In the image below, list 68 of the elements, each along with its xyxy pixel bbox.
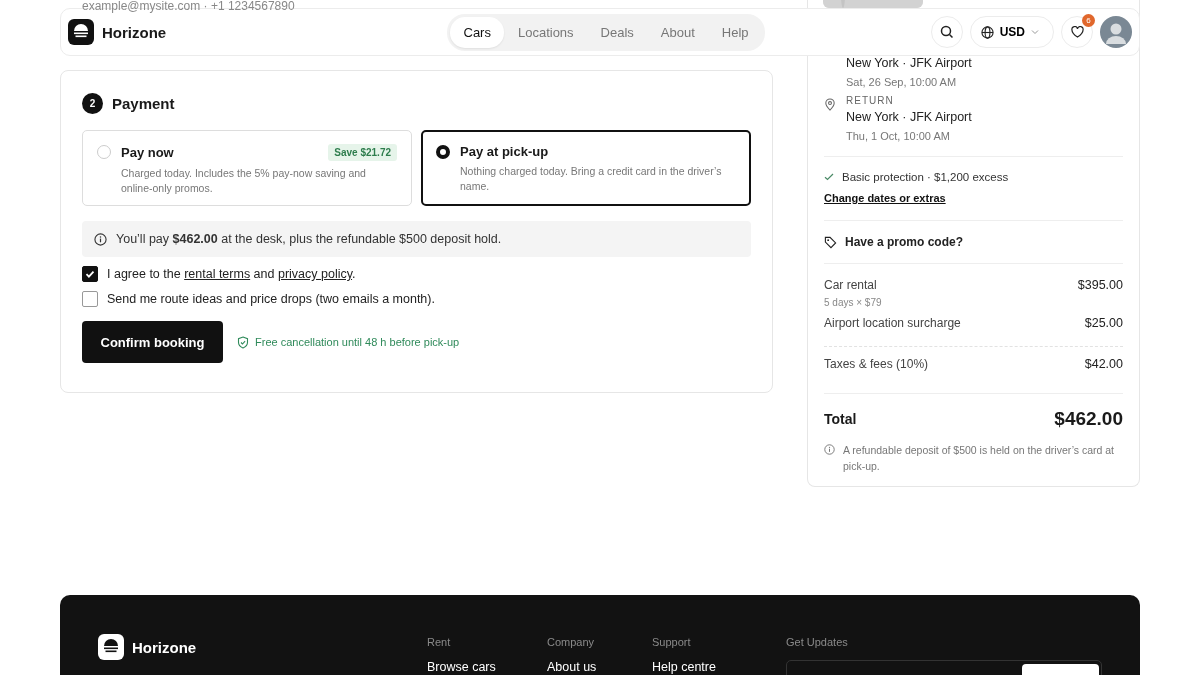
return-label: RETURN xyxy=(846,95,895,106)
footer-heading: Get Updates xyxy=(786,636,849,648)
nav-tab[interactable]: Deals xyxy=(587,16,648,48)
return-location: New York · JFK Airport xyxy=(846,110,972,124)
wishlist-count-badge: 6 xyxy=(1082,14,1095,27)
consent-text: I agree to the rental terms and privacy policy. xyxy=(107,267,356,281)
protection-text: Basic protection · $1,200 excess xyxy=(842,171,1009,183)
pickup-location: New York · JFK Airport xyxy=(846,56,973,70)
footer-brand-name: Horizone xyxy=(132,638,197,656)
footer-link[interactable]: Help centre xyxy=(652,660,716,674)
deposit-note: A refundable deposit of $500 is held on the driver’s card at pick-up. xyxy=(843,443,1116,474)
brand-name: Horizone xyxy=(102,23,167,41)
option-description: Nothing charged today. Bring a credit card in the driver’s name. xyxy=(460,164,723,194)
avatar[interactable] xyxy=(1100,16,1132,48)
total-amount: $462.00 xyxy=(1054,408,1123,430)
cancellation-note: Free cancellation until 48 h before pick-up xyxy=(255,336,460,348)
shield-check-icon xyxy=(237,335,249,349)
checkmark-icon xyxy=(84,268,96,280)
price-amount: $395.00 xyxy=(1077,278,1123,292)
check-icon xyxy=(824,173,834,181)
nav-tab[interactable]: Help xyxy=(708,16,763,48)
total-label: Total xyxy=(824,411,857,427)
checkbox[interactable] xyxy=(82,291,98,307)
search-button[interactable] xyxy=(930,16,963,48)
price-line-label: Taxes & fees (10%) xyxy=(824,357,929,371)
search-icon xyxy=(939,25,954,39)
price-line-label: Airport location surcharge xyxy=(824,316,961,330)
chevron-down-icon xyxy=(1031,29,1039,35)
currency-selector[interactable]: USD xyxy=(969,16,1054,48)
savings-badge: Save $21.72 xyxy=(328,144,397,161)
location-pin-icon xyxy=(824,98,836,111)
step-number: 2 xyxy=(82,93,103,114)
nav-tab[interactable]: About xyxy=(647,16,709,48)
payment-option[interactable]: Pay now Save $21.72 Charged today. Includes the 5% pay-now saving and online-only promos. xyxy=(82,130,412,206)
checkbox[interactable] xyxy=(82,266,98,282)
option-description: Charged today. Includes the 5% pay-now saving and online-only promos. xyxy=(121,166,367,196)
notice-text: You’ll pay $462.00 at the desk, plus the refundable $500 deposit hold. xyxy=(116,232,502,246)
price-line-detail: 5 days × $79 xyxy=(824,297,882,308)
text-link[interactable]: rental terms xyxy=(184,267,251,281)
radio-button[interactable] xyxy=(436,145,450,159)
heart-icon xyxy=(1070,26,1084,38)
footer-link[interactable]: Browse cars xyxy=(427,660,496,674)
price-amount: $42.00 xyxy=(1084,357,1123,371)
payment-option[interactable]: Pay at pick-up Nothing charged today. Bring a credit card in the driver’s name. xyxy=(421,130,751,206)
pickup-datetime: Sat, 26 Sep, 10:00 AM xyxy=(846,76,958,88)
nav-tab[interactable]: Locations xyxy=(504,16,588,48)
info-icon xyxy=(94,232,107,246)
footer-heading: Support xyxy=(652,636,692,648)
logo-icon xyxy=(68,19,94,45)
info-icon xyxy=(824,444,835,455)
confirm-booking-button[interactable]: Confirm booking xyxy=(82,321,223,363)
logo-icon xyxy=(98,634,124,660)
footer-heading: Rent xyxy=(427,636,452,648)
option-title: Pay now xyxy=(121,145,174,160)
consent-text: Send me route ideas and price drops (two emails a month). xyxy=(107,292,435,306)
promo-code-button[interactable]: Have a promo code? xyxy=(824,235,964,249)
price-line-label: Car rental xyxy=(824,278,878,292)
option-title: Pay at pick-up xyxy=(460,144,549,159)
contact-line: example@mysite.com · +1 1234567890 xyxy=(82,0,295,13)
globe-icon xyxy=(980,25,994,39)
section-title: Payment xyxy=(112,95,175,112)
return-datetime: Thu, 1 Oct, 10:00 AM xyxy=(846,130,951,142)
change-dates-link[interactable]: Change dates or extras xyxy=(824,192,946,204)
footer-heading: Company xyxy=(547,636,596,648)
nav-tab[interactable]: Cars xyxy=(450,16,505,48)
footer-link[interactable]: About us xyxy=(547,660,597,674)
tag-icon xyxy=(824,235,837,249)
price-amount: $25.00 xyxy=(1084,316,1123,330)
